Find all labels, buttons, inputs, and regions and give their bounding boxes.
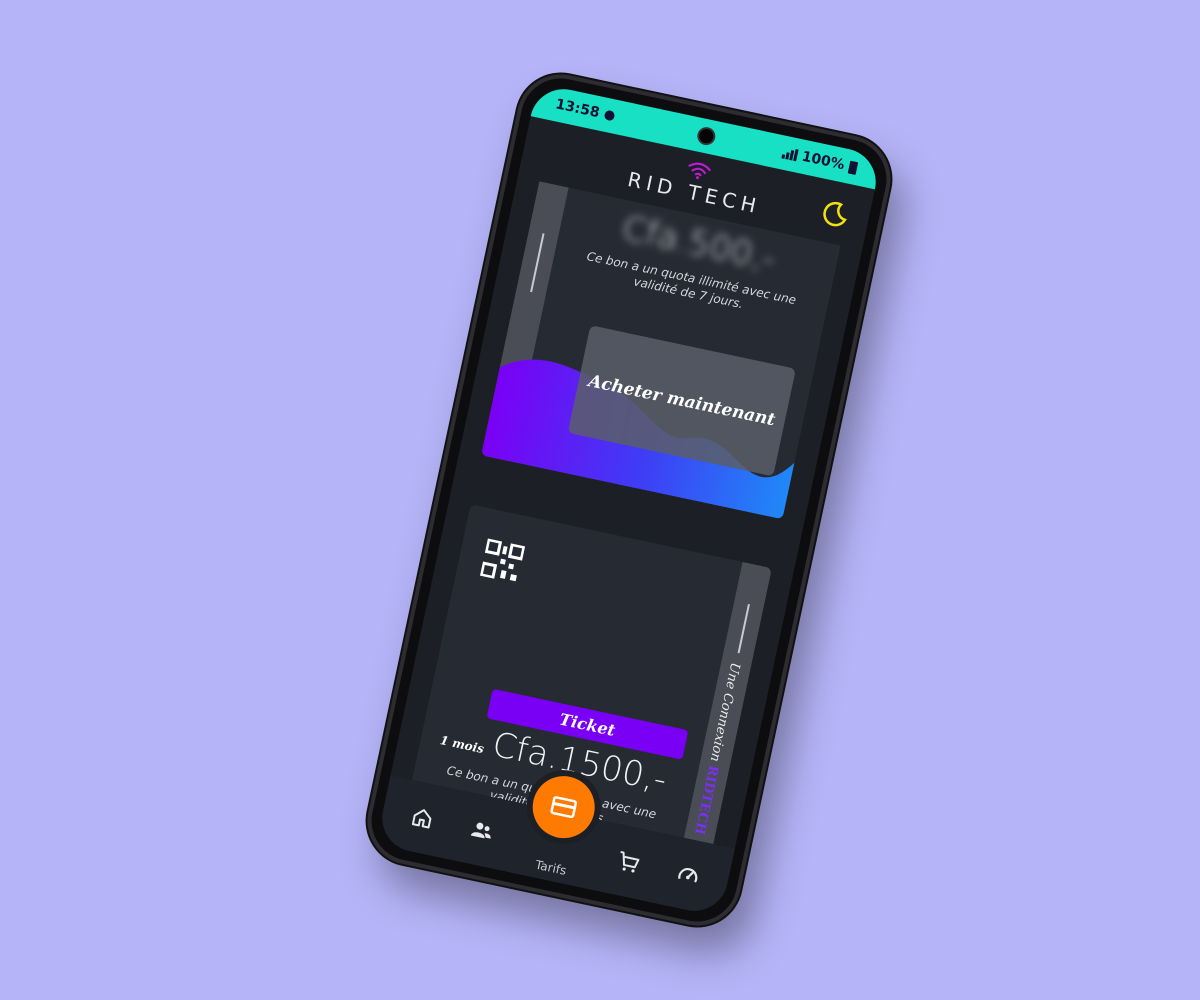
cart-icon bbox=[620, 851, 640, 873]
signal-icon bbox=[781, 146, 799, 162]
app-screen: 13:58 100% RID TECH Cfa.500,- Ce bon a u… bbox=[375, 82, 883, 918]
phone-frame: 13:58 100% RID TECH Cfa.500,- Ce bon a u… bbox=[359, 66, 899, 934]
qr-code-icon[interactable] bbox=[480, 538, 526, 584]
nav-users[interactable] bbox=[458, 807, 505, 854]
home-icon bbox=[412, 809, 432, 829]
camera-cutout bbox=[695, 125, 718, 147]
tarifs-label: Tarifs bbox=[533, 857, 568, 878]
status-time: 13:58 bbox=[554, 96, 601, 122]
battery-icon bbox=[847, 160, 859, 175]
dashboard-icon bbox=[678, 867, 698, 883]
nav-home[interactable] bbox=[399, 794, 446, 841]
card-side-strip: Une Connexion RIDTECH bbox=[673, 561, 772, 849]
battery-level: 100% bbox=[800, 148, 846, 174]
plan-period: 1 mois bbox=[438, 733, 486, 757]
strip-brand: RIDTECH bbox=[691, 763, 721, 836]
strip-tagline: Une Connexion bbox=[706, 661, 743, 764]
nav-cart[interactable] bbox=[605, 838, 652, 885]
nav-dashboard[interactable] bbox=[664, 851, 711, 898]
nav-tarifs[interactable]: Tarifs bbox=[514, 770, 601, 888]
moon-icon[interactable] bbox=[818, 197, 851, 230]
notification-icon bbox=[603, 109, 616, 122]
wifi-icon bbox=[688, 162, 712, 180]
card-icon bbox=[550, 796, 577, 819]
plans-list: Cfa.500,- Ce bon a un quota illimité ave… bbox=[391, 176, 863, 849]
users-icon bbox=[470, 822, 491, 839]
